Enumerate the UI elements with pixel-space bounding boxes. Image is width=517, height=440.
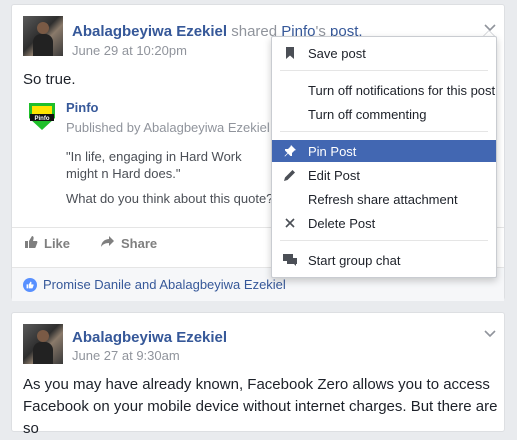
menu-item-turn-off-notifications[interactable]: Turn off notifications for this post (272, 79, 496, 101)
post-timestamp[interactable]: June 27 at 9:30am (72, 348, 180, 363)
menu-separator (280, 70, 488, 71)
author-name[interactable]: Abalagbeyiwa Ezekiel (72, 329, 227, 346)
like-badge-icon (23, 278, 37, 292)
attachment-quote: "In life, engaging in Hard Work might n … (66, 149, 242, 181)
post-text: So true. (23, 71, 76, 88)
chat-icon (272, 254, 308, 266)
post-timestamp[interactable]: June 29 at 10:20pm (72, 43, 187, 58)
avatar[interactable] (23, 324, 63, 364)
menu-item-refresh-share-attachment[interactable]: Refresh share attachment (272, 188, 496, 210)
chevron-down-icon[interactable] (484, 327, 496, 339)
avatar[interactable] (23, 16, 63, 56)
share-button[interactable]: Share (100, 235, 157, 251)
svg-text:Pinfo: Pinfo (35, 116, 50, 122)
author-name[interactable]: Abalagbeyiwa Ezekiel (72, 23, 227, 40)
close-icon (272, 218, 308, 228)
post-text: As you may have already known, Facebook … (23, 376, 498, 437)
pin-icon (272, 145, 308, 157)
menu-item-edit-post[interactable]: Edit Post (272, 164, 496, 186)
attachment-title[interactable]: Pinfo (66, 100, 99, 115)
attachment-publisher: Published by Abalagbeyiwa Ezekiel [? (66, 120, 285, 135)
menu-item-turn-off-commenting[interactable]: Turn off commenting (272, 103, 496, 125)
pencil-icon (272, 169, 308, 181)
pinfo-logo-icon[interactable]: Pinfo (26, 100, 58, 132)
post-options-menu: Save post Turn off notifications for thi… (271, 36, 497, 278)
menu-item-pin-post[interactable]: Pin Post (272, 140, 496, 162)
menu-item-delete-post[interactable]: Delete Post (272, 212, 496, 234)
thumbs-up-icon (24, 235, 38, 252)
attachment-question: What do you think about this quote? (66, 191, 274, 206)
like-button[interactable]: Like (24, 235, 70, 252)
likers-link[interactable]: Promise Danile and Abalagbeyiwa Ezekiel (43, 277, 286, 292)
menu-separator (280, 131, 488, 132)
menu-item-start-group-chat[interactable]: Start group chat (272, 249, 496, 271)
post-card: Abalagbeyiwa Ezekiel June 27 at 9:30am A… (11, 312, 505, 437)
share-arrow-icon (100, 235, 115, 251)
menu-separator (280, 240, 488, 241)
menu-item-save-post[interactable]: Save post (272, 42, 496, 64)
bookmark-icon (272, 47, 308, 59)
